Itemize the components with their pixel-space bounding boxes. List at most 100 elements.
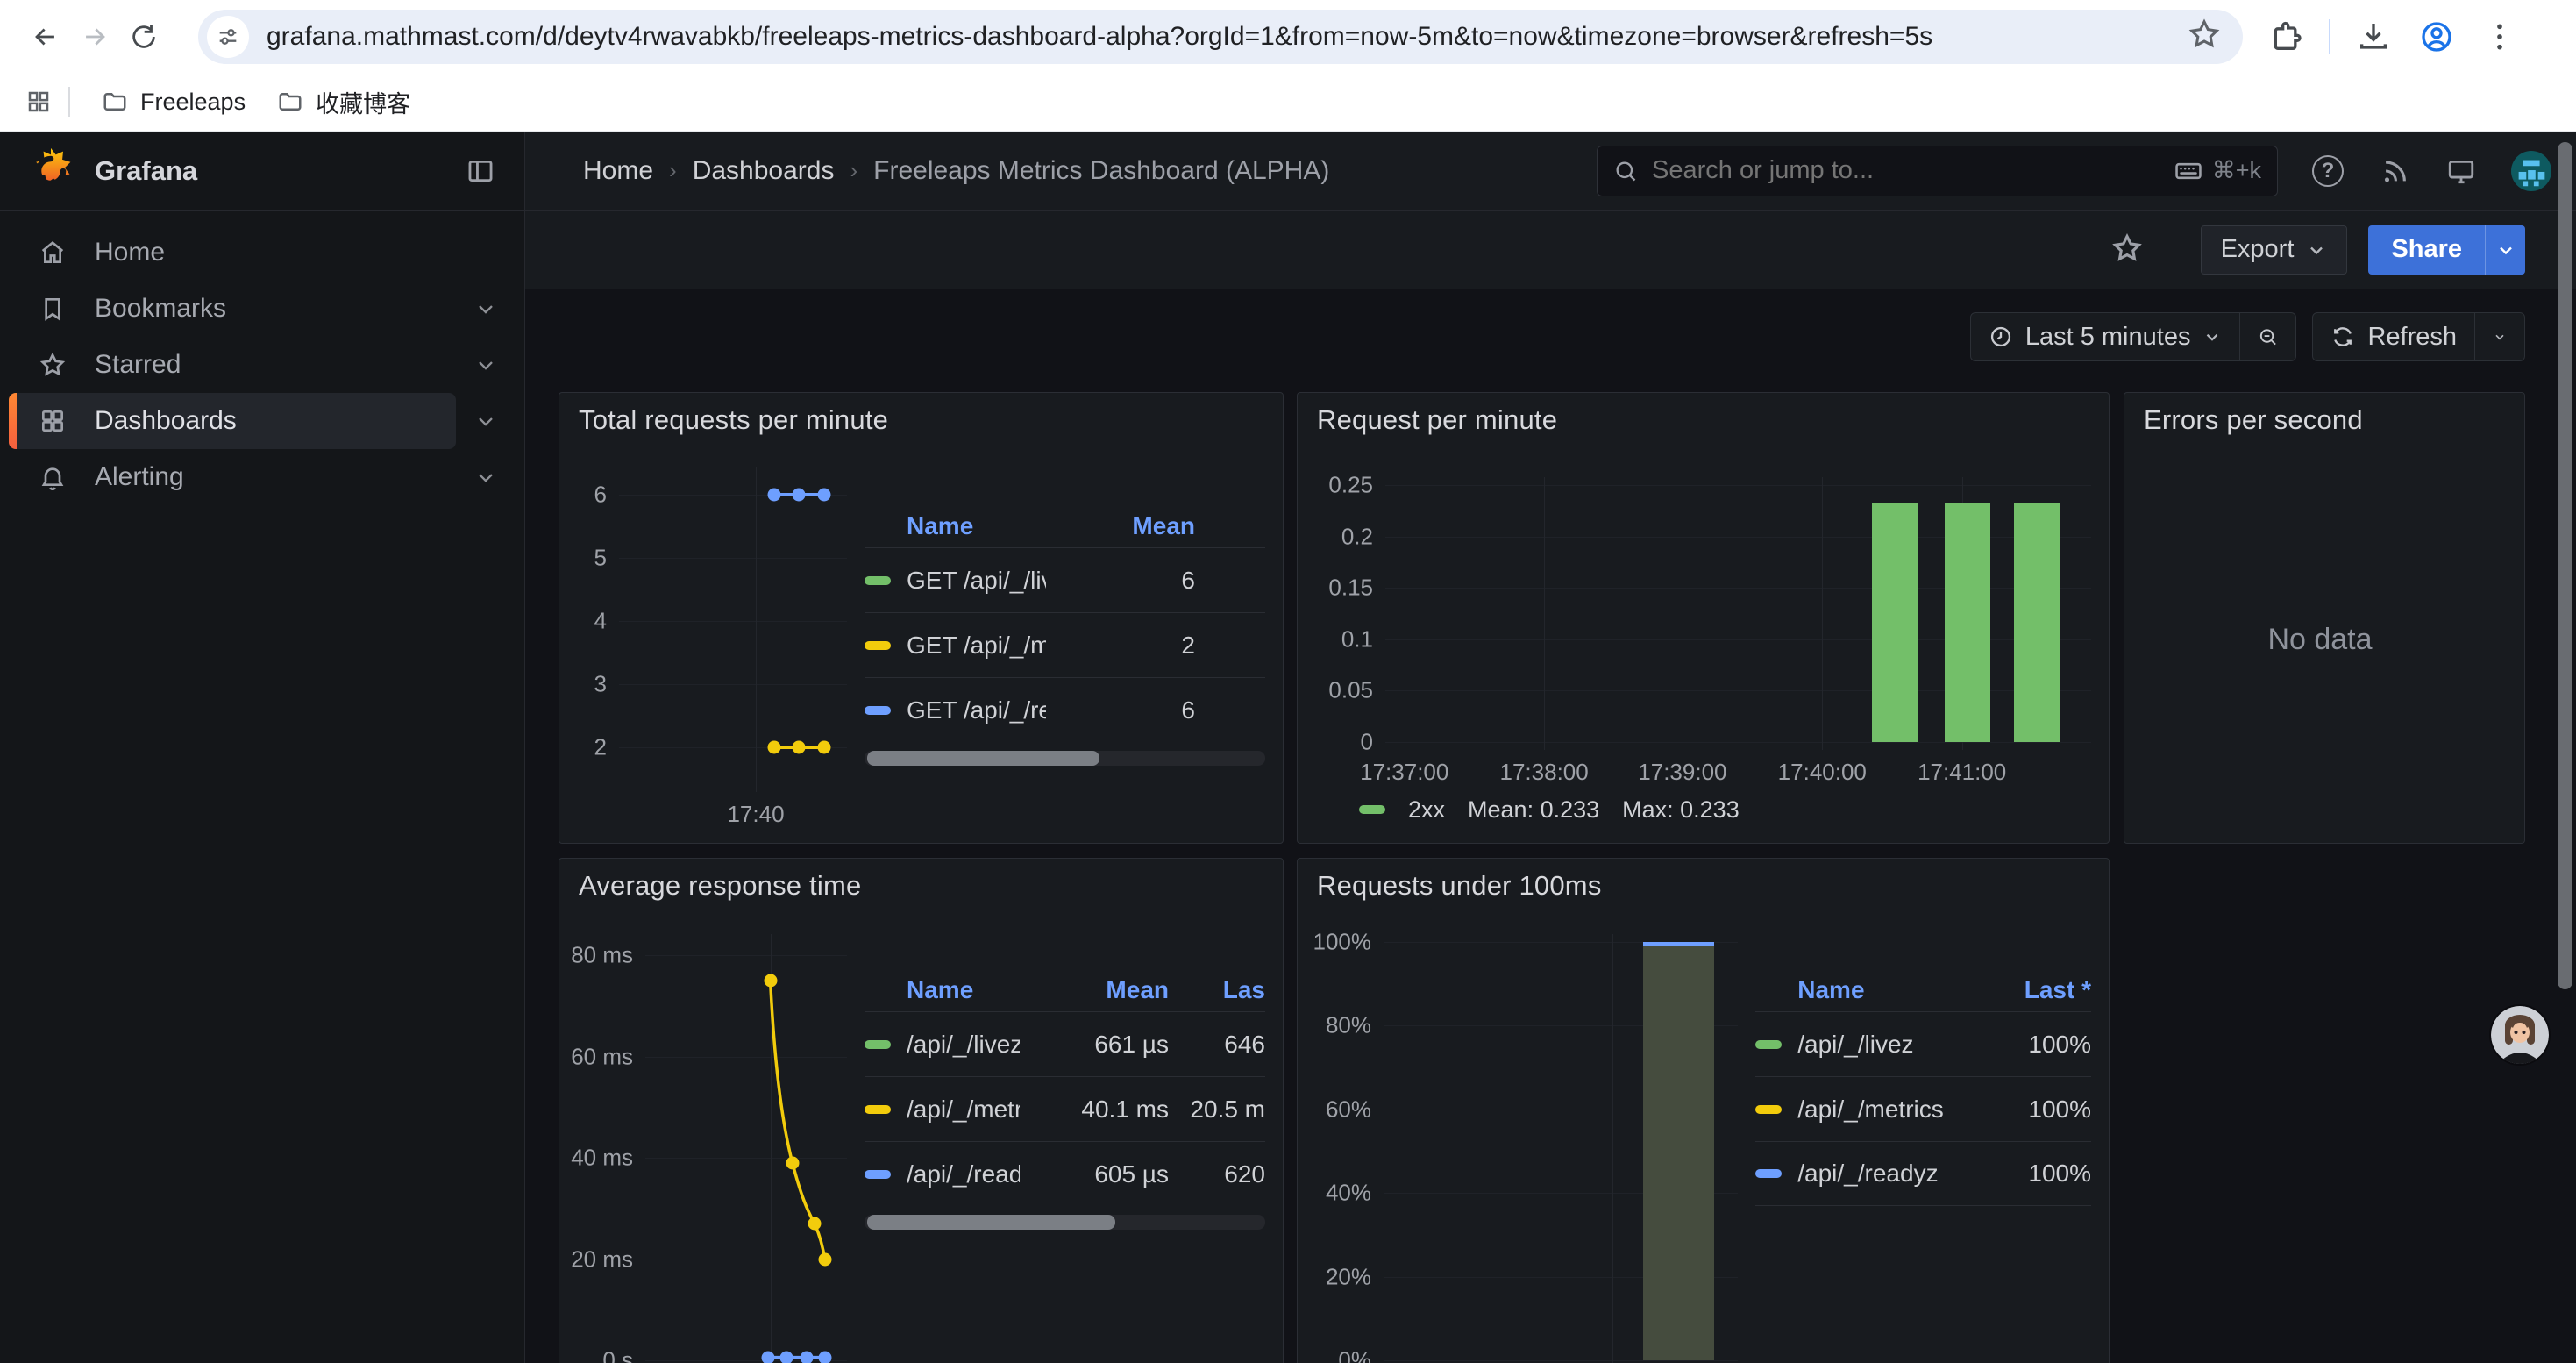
breadcrumb-home[interactable]: Home: [583, 156, 653, 186]
sidebar-item-alerting[interactable]: Alerting: [0, 449, 524, 505]
legend-header-mean[interactable]: Mean: [1046, 512, 1195, 540]
series-name[interactable]: 2xx: [1408, 796, 1445, 824]
legend-scrollbar[interactable]: [865, 751, 1265, 766]
legend-row[interactable]: /api/_/metrics 100%: [1755, 1076, 2091, 1141]
back-button[interactable]: [21, 12, 70, 61]
search-input[interactable]: [1652, 156, 2174, 185]
apps-grid-icon[interactable]: [21, 84, 56, 119]
share-button[interactable]: Share: [2368, 225, 2485, 275]
dashboards-grid-icon: [39, 407, 67, 435]
refresh-button[interactable]: Refresh: [2312, 312, 2475, 361]
profile-icon[interactable]: [2416, 17, 2457, 57]
y-tick: 0: [1361, 728, 1373, 755]
favorite-star-button[interactable]: [2110, 232, 2147, 268]
floating-avatar[interactable]: [2491, 1006, 2549, 1064]
search-box[interactable]: ⌘+k: [1597, 146, 2278, 196]
series-color-swatch: [865, 1170, 891, 1179]
series-last: 100%: [1960, 1095, 2091, 1124]
series-name[interactable]: /api/_/livez: [907, 1031, 1020, 1059]
arrow-left-icon: [31, 22, 60, 52]
site-settings-icon[interactable]: [207, 16, 249, 58]
bar-2xx: [1945, 503, 1990, 741]
series-mean: 661 µs: [1020, 1031, 1169, 1059]
sidebar-item-label: Alerting: [95, 462, 184, 492]
legend-header-name[interactable]: Name: [865, 976, 1020, 1004]
legend-header-mean[interactable]: Mean: [1020, 976, 1169, 1004]
series-color-swatch: [865, 576, 891, 585]
legend-header-name[interactable]: Name: [1755, 976, 1960, 1004]
legend-row[interactable]: /api/_/readyz 605 µs 620: [865, 1141, 1265, 1206]
sidebar-item-bookmarks[interactable]: Bookmarks: [0, 281, 524, 337]
panel-title[interactable]: Errors per second: [2144, 404, 2363, 436]
series-metrics-curve: [645, 934, 847, 1363]
area-chart[interactable]: 100% 80% 60% 40% 20% 0%: [1306, 913, 1738, 1363]
menu-dots-icon[interactable]: [2480, 17, 2520, 57]
sidebar-item-home[interactable]: Home: [0, 225, 524, 281]
legend-header-last[interactable]: Last *: [1960, 976, 2091, 1004]
grafana-navbar: Home › Dashboards › Freeleaps Metrics Da…: [525, 132, 2576, 211]
bookmark-folder-blogs[interactable]: 收藏博客: [261, 78, 426, 126]
bookmark-folder-freeleaps[interactable]: Freeleaps: [86, 82, 261, 123]
omnibox[interactable]: [198, 10, 2243, 64]
downloads-icon[interactable]: [2353, 17, 2394, 57]
bookmark-label: Freeleaps: [140, 89, 246, 116]
sidebar-item-dashboards[interactable]: Dashboards: [0, 393, 524, 449]
y-tick: 80 ms: [571, 942, 633, 969]
news-rss-button[interactable]: [2378, 154, 2411, 188]
zoom-out-button[interactable]: [2240, 312, 2296, 361]
legend-row[interactable]: /api/_/livez 661 µs 646: [865, 1011, 1265, 1076]
series-name[interactable]: GET /api/_/metrics: [907, 632, 1046, 660]
timeseries-chart[interactable]: 80 ms 60 ms 40 ms 20 ms 0 s: [568, 913, 847, 1363]
breadcrumb-dashboards[interactable]: Dashboards: [693, 156, 835, 186]
legend-scrollbar[interactable]: [865, 1215, 1265, 1230]
series-name[interactable]: /api/_/readyz: [907, 1160, 1020, 1188]
series-last: 100%: [1960, 1031, 2091, 1059]
legend-row[interactable]: /api/_/livez 100%: [1755, 1011, 2091, 1076]
display-button[interactable]: [2444, 154, 2478, 188]
legend-row[interactable]: GET /api/_/readyz 6: [865, 677, 1265, 742]
refresh-icon: [2330, 325, 2355, 349]
series-name[interactable]: /api/_/livez: [1797, 1031, 1960, 1059]
panel-title[interactable]: Total requests per minute: [579, 404, 888, 436]
sidebar-item-label: Bookmarks: [95, 294, 226, 324]
series-name[interactable]: /api/_/metrics: [907, 1095, 1020, 1124]
screen: Freeleaps 收藏博客 Grafana: [0, 0, 2576, 1363]
legend-row[interactable]: /api/_/metrics 40.1 ms 20.5 m: [865, 1076, 1265, 1141]
timeseries-chart[interactable]: 6 5 4 3 2: [568, 447, 847, 832]
share-dropdown-button[interactable]: [2485, 225, 2525, 275]
legend-row[interactable]: /api/_/readyz 100%: [1755, 1141, 2091, 1206]
series-color-swatch: [1755, 1040, 1782, 1049]
panel-title[interactable]: Average response time: [579, 870, 861, 902]
export-button[interactable]: Export: [2201, 225, 2348, 275]
bookmark-star-icon[interactable]: [2187, 17, 2222, 56]
series-name[interactable]: GET /api/_/readyz: [907, 696, 1046, 724]
panel-title[interactable]: Request per minute: [1317, 404, 1557, 436]
series-last: 646: [1169, 1031, 1265, 1059]
bar-chart[interactable]: 0.25 0.2 0.15 0.1 0.05 0: [1310, 447, 2091, 787]
refresh-interval-dropdown[interactable]: [2474, 312, 2525, 361]
bookmarks-bar: Freeleaps 收藏博客: [0, 73, 2576, 132]
reload-button[interactable]: [119, 12, 168, 61]
series-name[interactable]: /api/_/readyz: [1797, 1160, 1960, 1188]
series-name[interactable]: GET /api/_/livez: [907, 567, 1046, 595]
collapse-sidebar-button[interactable]: [463, 153, 498, 189]
sidebar-item-starred[interactable]: Starred: [0, 337, 524, 393]
export-label: Export: [2221, 235, 2295, 264]
url-input[interactable]: [267, 22, 2187, 52]
legend-header-last[interactable]: Las: [1169, 976, 1265, 1004]
page-scrollbar[interactable]: [2558, 142, 2572, 989]
series-name[interactable]: /api/_/metrics: [1797, 1095, 1960, 1124]
user-avatar[interactable]: [2511, 151, 2551, 191]
y-tick: 0 s: [602, 1347, 633, 1363]
time-range-picker[interactable]: Last 5 minutes: [1970, 312, 2241, 361]
sidebar-nav: Home Bookmarks Starred Dashboards: [0, 211, 524, 505]
forward-button[interactable]: [70, 12, 119, 61]
extensions-icon[interactable]: [2266, 17, 2306, 57]
legend-row[interactable]: GET /api/_/livez 6: [865, 547, 1265, 612]
panel-title[interactable]: Requests under 100ms: [1317, 870, 1602, 902]
series-color-swatch: [865, 706, 891, 715]
help-button[interactable]: ?: [2311, 154, 2345, 188]
series-color-swatch: [865, 1105, 891, 1114]
legend-row[interactable]: GET /api/_/metrics 2: [865, 612, 1265, 677]
legend-header-name[interactable]: Name: [865, 512, 1046, 540]
